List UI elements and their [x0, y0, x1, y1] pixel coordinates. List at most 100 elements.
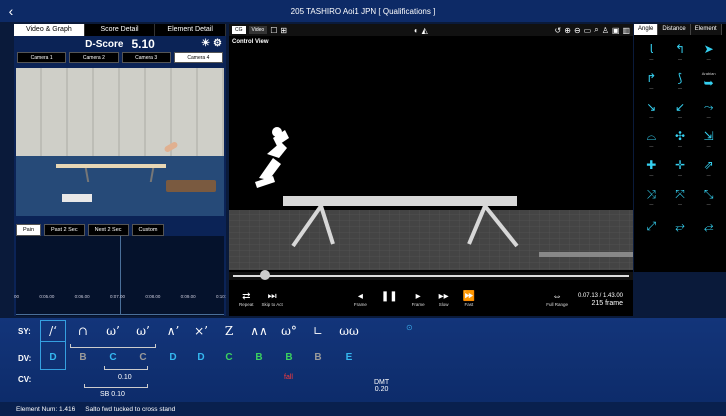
pose-thumbnail[interactable]: ⤳ — — [694, 95, 723, 124]
pose-thumbnail[interactable]: ✛ — — [666, 153, 695, 182]
zoom-out-icon[interactable]: ⊖ — [574, 26, 581, 35]
pose-thumbnail[interactable]: ↙ — — [666, 95, 695, 124]
symbol-cell[interactable]: ωω — [336, 320, 362, 342]
right-tabs: Angle Distance Element — [634, 24, 726, 35]
zoom-in-icon[interactable]: ⊕ — [564, 26, 571, 35]
pose-thumbnail[interactable]: ✚ — — [637, 153, 666, 182]
camera-tab-1[interactable]: Camera 1 — [17, 52, 67, 63]
square-icon[interactable]: ☐ — [270, 26, 277, 35]
pose-thumbnail[interactable]: Arabian ➥ — [694, 66, 723, 95]
fast-button[interactable]: ⏩ Fast — [463, 291, 475, 307]
timeline[interactable] — [229, 270, 633, 280]
pose-thumbnail[interactable]: ⇗ — — [694, 153, 723, 182]
dv-value[interactable]: C — [216, 352, 242, 363]
camera-tab-3[interactable]: Camera 3 — [121, 52, 171, 63]
skip-to-act-button[interactable]: ⏭ Skip to Act — [262, 291, 283, 307]
pose-thumbnail[interactable]: ✣ — — [666, 124, 695, 153]
chevron-left-icon[interactable]: ‹ — [0, 0, 22, 22]
pose-thumbnail[interactable]: ↘ — — [637, 95, 666, 124]
pose-thumbnail[interactable]: ↰ — — [666, 37, 695, 66]
symbol-cell[interactable]: ∧’ — [160, 320, 186, 342]
pose-thumbnail[interactable]: ↱ — — [637, 66, 666, 95]
full-range-button[interactable]: ⇔ Full Range — [546, 291, 568, 307]
camera-video[interactable] — [16, 68, 224, 216]
symbol-cell[interactable]: ∧∧ — [246, 320, 272, 342]
symbol-cell[interactable]: ∟ — [305, 320, 331, 342]
timeline-thumb[interactable] — [259, 270, 270, 280]
symbol-cell[interactable]: Z — [216, 320, 242, 342]
dv-value[interactable]: B — [246, 352, 272, 363]
panel-icon[interactable]: ▣ — [612, 26, 620, 35]
pose-thumbnail[interactable]: ⤡ — — [694, 182, 723, 211]
symbol-cell[interactable]: ω° — [276, 320, 302, 342]
pose-thumbnail[interactable]: ⤢ — [637, 211, 666, 240]
pose-thumbnail[interactable]: ⤧ — — [666, 182, 695, 211]
prev-frame-button[interactable]: ◂ Frame — [354, 291, 367, 307]
fast-icon: ⏩ — [462, 291, 476, 302]
symbol-cell[interactable]: ×’ — [188, 320, 214, 342]
symbol-cell[interactable]: ω’ — [100, 320, 126, 342]
pose-thumbnail[interactable]: ⌓ — — [637, 124, 666, 153]
cv-value: 0.10 — [118, 374, 132, 381]
tab-video-graph[interactable]: Video & Graph — [14, 24, 85, 36]
rotate-icon[interactable]: ↺ — [555, 26, 562, 35]
search-icon[interactable]: ⌕ — [594, 25, 598, 35]
slow-button[interactable]: ▸▸ Slow — [439, 291, 449, 307]
axis-tick: 0:07.00 — [109, 294, 125, 299]
graph-cursor[interactable] — [120, 236, 121, 314]
pose-thumbnail[interactable]: ⥄ — [694, 211, 723, 240]
symbol-cell[interactable]: ∩ — [70, 320, 96, 342]
dv-value[interactable]: D — [160, 352, 186, 363]
dv-value[interactable]: E — [336, 352, 362, 363]
dv-value[interactable]: C — [130, 352, 156, 363]
range-tab-pain[interactable]: Pain — [16, 224, 42, 236]
settings-icon[interactable]: ⚙ — [213, 38, 222, 49]
range-tab-custom[interactable]: Custom — [131, 224, 165, 236]
brightness-icon[interactable]: ☀ — [201, 38, 210, 49]
figure-icon[interactable]: ♙ — [602, 26, 609, 35]
camera-tab-4[interactable]: Camera 4 — [173, 52, 223, 63]
pause-button[interactable]: ❚❚ — [381, 291, 398, 307]
pose-thumbnail[interactable]: ⇲ — — [694, 124, 723, 153]
dv-value[interactable]: B — [305, 352, 331, 363]
dv-value[interactable]: C — [100, 352, 126, 363]
dv-value[interactable]: B — [276, 352, 302, 363]
slow-icon: ▸▸ — [438, 291, 449, 302]
toggle-video[interactable]: Video — [248, 26, 268, 34]
range-tab-next[interactable]: Next 2 Sec — [87, 224, 129, 236]
axis-tick: 0:10: — [215, 294, 226, 299]
tab-distance[interactable]: Distance — [658, 24, 691, 35]
tab-angle[interactable]: Angle — [634, 24, 659, 35]
window-title: 205 TASHIRO Aoi1 JPN [ Qualifications ] — [290, 6, 436, 16]
tab-element[interactable]: Element — [690, 24, 722, 35]
tab-score-detail[interactable]: Score Detail — [84, 24, 156, 36]
range-tab-past[interactable]: Past 2 Sec — [44, 224, 85, 236]
axis-tick: 00 — [14, 294, 20, 299]
toggle-cg[interactable]: CG — [232, 26, 246, 34]
symbol-cell[interactable]: /‘ — [40, 320, 66, 342]
pose-thumbnail[interactable]: ⥂ — [666, 211, 695, 240]
repeat-button[interactable]: ⇄ Repeat — [239, 291, 254, 307]
dv-value[interactable]: D — [188, 352, 214, 363]
next-frame-button[interactable]: ▸ Frame — [412, 291, 425, 307]
pose-thumbnail[interactable]: ⟆ — — [666, 66, 695, 95]
tab-element-detail[interactable]: Element Detail — [155, 24, 227, 36]
grid-icon[interactable]: ⊞ — [280, 26, 287, 35]
cg-scene[interactable] — [229, 46, 633, 270]
dmt-value: 0.20 — [374, 386, 389, 393]
fit-icon[interactable]: ▭ — [584, 26, 592, 35]
pose-thumbnail[interactable]: 𝗅 — — [637, 37, 666, 66]
pose-thumbnail[interactable]: ➤ — — [694, 37, 723, 66]
motion-graph[interactable] — [16, 236, 224, 316]
camera-tab-2[interactable]: Camera 2 — [69, 52, 119, 63]
camera-view-icon[interactable]: ◭ — [422, 26, 428, 35]
split-icon[interactable]: ▥ — [622, 26, 630, 35]
pose-thumbnail[interactable]: ⤨ — — [637, 182, 666, 211]
dmt-label: DMT — [374, 379, 390, 386]
layout-toggle-icon[interactable]: ◐ — [414, 26, 419, 35]
dv-value[interactable]: D — [40, 352, 66, 363]
step-back-icon: ◂ — [357, 291, 363, 302]
camera-tabs: Camera 1 Camera 2 Camera 3 Camera 4 — [14, 52, 226, 63]
symbol-cell[interactable]: ω’ — [130, 320, 156, 342]
dv-value[interactable]: B — [70, 352, 96, 363]
